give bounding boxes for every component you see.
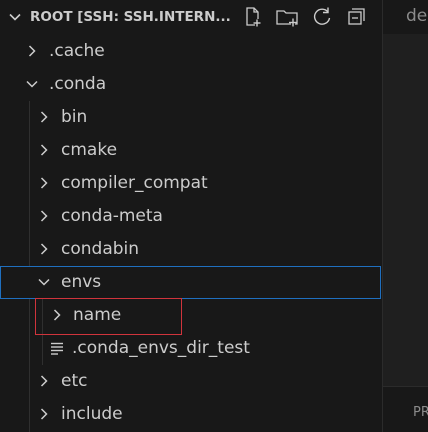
tree-item-conda-meta[interactable]: conda-meta [0,200,381,233]
tree-item-cache[interactable]: .cache [0,35,381,68]
explorer-root-title[interactable]: ROOT [SSH: SSH.INTERN... [30,9,231,25]
tree-item-label: condabin [61,239,140,259]
tree-item-label: bin [61,107,88,127]
tree-item-label: cmake [61,140,118,160]
refresh-button[interactable] [309,4,335,30]
explorer-scrollbar[interactable] [372,34,382,432]
editor-tab-label: de [406,6,428,26]
editor-tab[interactable]: de [383,0,428,34]
chevron-right-icon [40,111,48,123]
tree-item-label: include [61,404,123,424]
explorer-header[interactable]: ROOT [SSH: SSH.INTERN... [0,0,382,34]
tree-item-label: etc [61,371,88,391]
collapse-all-icon [348,8,365,25]
tree-item-include[interactable]: include [0,398,381,431]
new-folder-button[interactable] [274,4,300,30]
tree-item-label: envs [61,272,102,292]
chevron-down-icon[interactable] [8,10,22,24]
tree-item-label: conda-meta [61,206,163,226]
chevron-right-icon [40,243,48,255]
new-file-icon [246,7,261,27]
chevron-down-icon [38,278,50,286]
tree-item-bin[interactable]: bin [0,101,381,134]
vscode-window: ROOT [SSH: SSH.INTERN... .cache .conda b… [0,0,428,432]
tree-item-compiler-compat[interactable]: compiler_compat [0,167,381,200]
tree-item-label: .conda [49,74,107,94]
tree-item-label: .cache [49,41,105,61]
chevron-right-icon [40,210,48,222]
explorer-panel: ROOT [SSH: SSH.INTERN... .cache .conda b… [0,0,382,432]
tree-item-condabin[interactable]: condabin [0,233,381,266]
new-folder-icon [276,10,298,27]
chevron-down-icon [26,80,38,88]
panel-tab-bar: PR [383,386,428,432]
highlight-annotation [35,298,182,335]
tree-item-cmake[interactable]: cmake [0,134,381,167]
chevron-right-icon [40,408,48,420]
chevron-right-icon [28,45,36,57]
tree-item-label: compiler_compat [61,173,208,193]
text-file-icon [51,342,63,355]
editor-area: de PR [382,0,428,432]
tree-item-conda-envs-dir-test[interactable]: .conda_envs_dir_test [0,332,381,365]
chevron-right-icon [40,177,48,189]
tree-item-envs[interactable]: envs [0,266,381,299]
new-file-button[interactable] [240,4,266,30]
panel-tab-problems[interactable]: PR [413,405,428,420]
editor-body[interactable] [383,34,428,386]
tree-item-etc[interactable]: etc [0,365,381,398]
tree-item-conda[interactable]: .conda [0,68,381,101]
chevron-right-icon [40,375,48,387]
collapse-all-button[interactable] [344,4,370,30]
tree-item-label: .conda_envs_dir_test [72,338,250,358]
chevron-right-icon [40,144,48,156]
refresh-icon [313,7,331,25]
